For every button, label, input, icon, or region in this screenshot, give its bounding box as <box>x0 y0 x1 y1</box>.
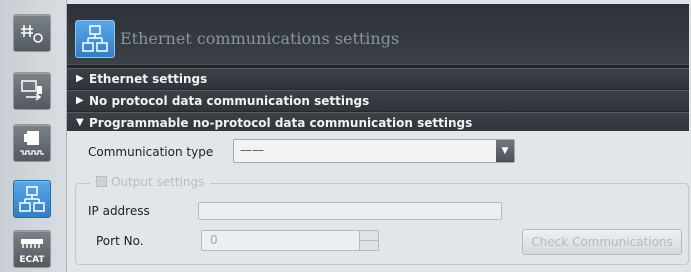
port-label: Port No. <box>96 234 144 248</box>
section-ethernet-settings[interactable]: ▶ Ethernet settings <box>67 68 689 89</box>
sidebar-item-ethernet[interactable] <box>13 180 51 218</box>
network-topology-icon <box>19 186 45 212</box>
sidebar-item-network-settings[interactable] <box>13 14 51 52</box>
io-module-icon <box>20 131 44 155</box>
section-label: Programmable no-protocol data communicat… <box>89 116 473 130</box>
page-title: Ethernet communications settings <box>120 29 400 48</box>
check-communications-button[interactable]: Check Communications <box>522 229 682 255</box>
network-topology-icon <box>82 25 108 52</box>
section-programmable-no-protocol[interactable]: ▼ Programmable no-protocol data communic… <box>67 112 689 133</box>
ip-address-input[interactable] <box>198 202 502 220</box>
output-settings-label: Output settings <box>111 175 205 189</box>
title-icon-container <box>75 20 115 58</box>
sidebar-item-io-module[interactable] <box>13 124 51 162</box>
sidebar-item-ethercat[interactable]: ECAT <box>13 230 51 268</box>
output-settings-legend[interactable]: Output settings <box>90 175 211 189</box>
ethercat-label: ECAT <box>19 255 45 265</box>
expand-arrow-icon: ▶ <box>76 95 84 106</box>
collapse-arrow-icon: ▼ <box>76 117 84 128</box>
data-transfer-icon <box>21 80 42 101</box>
title-bar: Ethernet communications settings <box>67 4 689 65</box>
section-no-protocol[interactable]: ▶ No protocol data communication setting… <box>67 90 689 111</box>
stepper-buttons[interactable] <box>359 231 378 250</box>
communication-type-label: Communication type <box>88 145 214 159</box>
port-value: 0 <box>210 233 218 247</box>
expand-arrow-icon: ▶ <box>76 73 84 84</box>
port-stepper[interactable]: 0 <box>201 230 379 251</box>
network-settings-icon <box>21 25 43 43</box>
settings-panel: Ethernet communications settings ▶ Ether… <box>67 4 689 270</box>
section-label: Ethernet settings <box>89 72 208 86</box>
sidebar-item-data-transfer[interactable] <box>13 72 51 110</box>
ip-address-label: IP address <box>88 204 150 218</box>
section-label: No protocol data communication settings <box>89 94 370 108</box>
communication-type-value: —— <box>240 143 264 157</box>
section-body: Communication type —— ▼ Output settings … <box>67 131 689 270</box>
output-settings-group: Output settings IP address Port No. 0 Ch… <box>75 175 689 265</box>
sidebar: ECAT <box>0 0 67 272</box>
chevron-down-icon[interactable]: ▼ <box>496 140 514 162</box>
communication-type-select[interactable]: —— ▼ <box>233 139 515 163</box>
output-settings-checkbox[interactable] <box>96 176 107 187</box>
